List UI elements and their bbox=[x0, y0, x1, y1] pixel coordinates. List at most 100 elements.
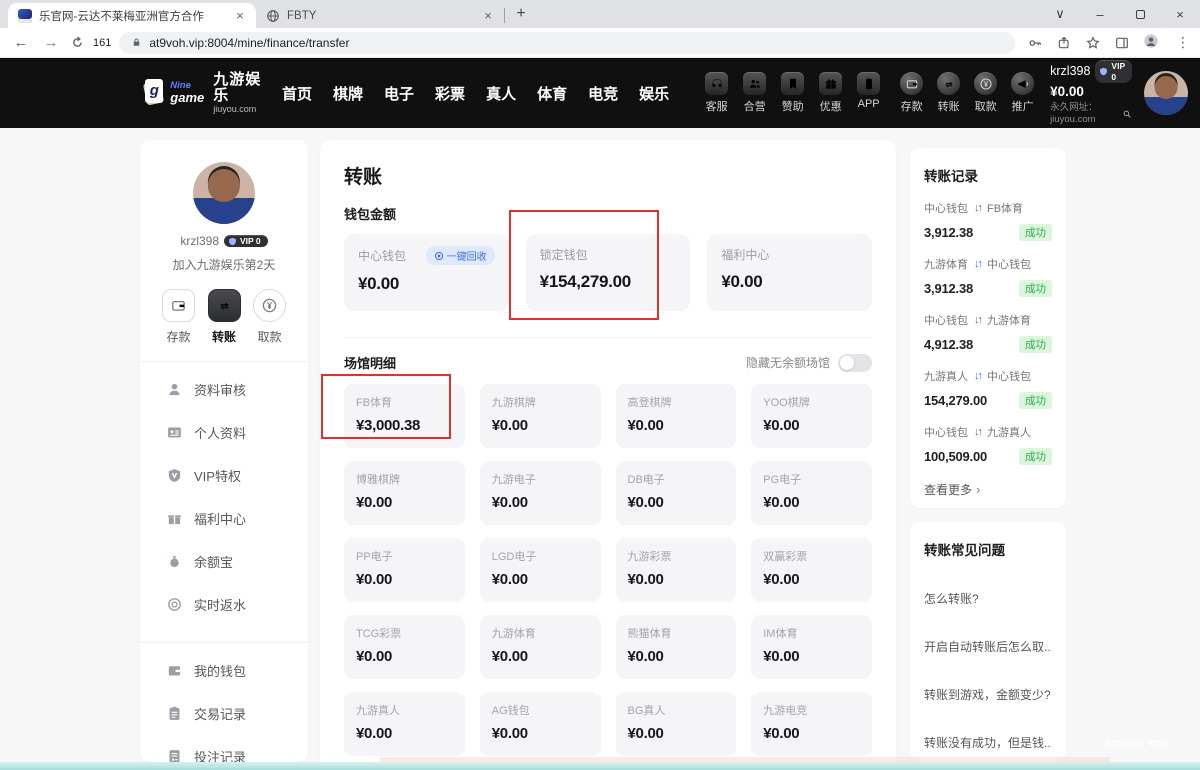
search-icon[interactable] bbox=[1122, 109, 1132, 119]
faq-item[interactable]: 开启自动转账后怎么取... bbox=[924, 638, 1052, 655]
password-key-icon[interactable] bbox=[1027, 35, 1043, 51]
url-text: at9voh.vip:8004/mine/finance/transfer bbox=[149, 36, 349, 50]
wallet-card-header: 福利中心 bbox=[721, 246, 858, 263]
wallet-cards: 中心钱包一键回收¥0.00锁定钱包¥154,279.00福利中心¥0.00 bbox=[344, 234, 872, 311]
nav-item[interactable]: 电子 bbox=[384, 83, 414, 104]
header-tool-service[interactable]: 客服 bbox=[705, 72, 728, 114]
quick-action-transfer[interactable]: 转账 bbox=[208, 289, 241, 345]
browser-tab[interactable]: 乐官网-云达不莱梅亚洲官方合作 × bbox=[8, 3, 256, 28]
sidebar-item-trade[interactable]: 交易记录 bbox=[156, 692, 292, 735]
transfer-arrows-icon: ↓↑ bbox=[974, 202, 981, 214]
hide-empty-toggle[interactable] bbox=[838, 354, 872, 372]
venue-name: 九游真人 bbox=[356, 702, 453, 718]
header-tool-deposit[interactable]: 存款 bbox=[900, 72, 923, 114]
header-tool-sponsor[interactable]: 赞助 bbox=[781, 72, 804, 114]
faq-item[interactable]: 转账到游戏，金额变少? bbox=[924, 686, 1052, 703]
browser-profile-icon[interactable] bbox=[1143, 33, 1163, 53]
reload-counter: 161 bbox=[93, 37, 111, 49]
profile-avatar[interactable] bbox=[193, 162, 255, 224]
browser-menu-icon[interactable]: ⋮ bbox=[1176, 34, 1186, 51]
header-avatar[interactable] bbox=[1144, 71, 1188, 115]
window-restore-icon[interactable] bbox=[1120, 0, 1160, 28]
side-panel-icon[interactable] bbox=[1114, 35, 1130, 51]
wallet-amount: ¥0.00 bbox=[721, 272, 858, 292]
faq-item[interactable]: 怎么转账? bbox=[924, 590, 1052, 607]
sidebar-item-welfare[interactable]: 福利中心 bbox=[156, 497, 292, 540]
sidebar-item-label: 福利中心 bbox=[194, 509, 246, 528]
bottom-scrollbar[interactable] bbox=[0, 762, 1200, 770]
quick-action-label: 存款 bbox=[166, 328, 190, 345]
site-logo[interactable]: Nine game 九游娱乐 jiuyou.com bbox=[145, 72, 262, 115]
wallet-section-title: 钱包金额 bbox=[344, 204, 872, 223]
venue-card: AG钱包¥0.00 bbox=[480, 692, 601, 756]
nav-item[interactable]: 体育 bbox=[537, 83, 567, 104]
logo-domain-text: jiuyou.com bbox=[213, 105, 262, 115]
header-tool-transfer[interactable]: 转账 bbox=[937, 72, 960, 114]
record-to: 中心钱包 bbox=[987, 368, 1031, 384]
venue-amount: ¥0.00 bbox=[356, 494, 453, 511]
view-more-link[interactable]: 查看更多› bbox=[924, 481, 1052, 498]
header-user-info: krzl398 VIP 0 ¥0.00 永久网址：jiuyou.com bbox=[1050, 60, 1132, 126]
venue-amount: ¥0.00 bbox=[628, 571, 725, 588]
recycle-icon bbox=[434, 251, 444, 261]
window-minimize-icon[interactable]: – bbox=[1080, 0, 1120, 28]
nav-item[interactable]: 真人 bbox=[486, 83, 516, 104]
sidebar-item-label: 实时返水 bbox=[194, 595, 246, 614]
tool-label: 优惠 bbox=[820, 98, 842, 114]
header-tool-spread[interactable]: 推广 bbox=[1011, 72, 1034, 114]
sidebar-item-vip[interactable]: VIP特权 bbox=[156, 454, 292, 497]
url-bar[interactable]: at9voh.vip:8004/mine/finance/transfer bbox=[119, 32, 1015, 54]
sidebar-menu-primary: 资料审核个人资料VIP特权福利中心余额宝实时返水 bbox=[156, 368, 292, 626]
tool-label: 存款 bbox=[901, 98, 923, 114]
header-tool-promo[interactable]: 优惠 bbox=[819, 72, 842, 114]
nav-item[interactable]: 首页 bbox=[282, 83, 312, 104]
tab-title: 乐官网-云达不莱梅亚洲官方合作 bbox=[39, 8, 225, 24]
venue-name: PG电子 bbox=[763, 471, 860, 487]
record-route: 中心钱包↓↑FB体育 bbox=[924, 200, 1052, 216]
browser-tab[interactable]: FBTY× bbox=[256, 3, 504, 28]
sidebar-item-wallet[interactable]: 我的钱包 bbox=[156, 649, 292, 692]
sidebar-item-rebate[interactable]: 实时返水 bbox=[156, 583, 292, 626]
header-tool-withdraw[interactable]: 取款 bbox=[974, 72, 997, 114]
venue-name: FB体育 bbox=[356, 394, 453, 410]
nav-item[interactable]: 彩票 bbox=[435, 83, 465, 104]
faq-item[interactable]: 转账没有成功，但是钱... bbox=[924, 734, 1052, 751]
venue-amount: ¥0.00 bbox=[492, 494, 589, 511]
share-icon[interactable] bbox=[1056, 35, 1072, 51]
header-tool-app[interactable]: APP bbox=[857, 72, 880, 114]
audit-icon bbox=[166, 381, 183, 398]
venue-card: 熊猫体育¥0.00 bbox=[616, 615, 737, 679]
quick-action-withdraw[interactable]: 取款 bbox=[253, 289, 286, 345]
transfer-faq-panel: 转账常见问题 怎么转账?开启自动转账后怎么取...转账到游戏，金额变少?转账没有… bbox=[910, 522, 1066, 762]
quick-action-deposit[interactable]: 存款 bbox=[162, 289, 195, 345]
wallet-card-header: 锁定钱包 bbox=[540, 246, 677, 263]
bookmark-star-icon[interactable] bbox=[1085, 35, 1101, 51]
venue-name: LGD电子 bbox=[492, 548, 589, 564]
window-menu-chevron-icon[interactable]: ∨ bbox=[1040, 0, 1080, 28]
back-icon[interactable]: ← bbox=[10, 34, 32, 51]
window-close-icon[interactable]: × bbox=[1160, 0, 1200, 28]
tab-close-icon[interactable]: × bbox=[480, 8, 496, 24]
record-to: FB体育 bbox=[987, 200, 1023, 216]
transfer-arrows-icon: ↓↑ bbox=[974, 314, 981, 326]
forward-icon[interactable]: → bbox=[40, 34, 62, 51]
sidebar-item-yuebao[interactable]: 余额宝 bbox=[156, 540, 292, 583]
nav-item[interactable]: 娱乐 bbox=[639, 83, 669, 104]
nav-item[interactable]: 棋牌 bbox=[333, 83, 363, 104]
header-tool-partner[interactable]: 合营 bbox=[743, 72, 766, 114]
new-tab-button[interactable]: + bbox=[509, 2, 533, 26]
venue-card: BG真人¥0.00 bbox=[616, 692, 737, 756]
record-route: 中心钱包↓↑九游体育 bbox=[924, 312, 1052, 328]
transfer-icon bbox=[937, 72, 960, 95]
tab-close-icon[interactable]: × bbox=[232, 8, 248, 24]
site-favicon bbox=[18, 9, 32, 23]
sidebar-item-audit[interactable]: 资料审核 bbox=[156, 368, 292, 411]
nav-item[interactable]: 电竞 bbox=[588, 83, 618, 104]
record-detail-row: 100,509.00成功 bbox=[924, 448, 1052, 465]
record-from: 中心钱包 bbox=[924, 424, 968, 440]
record-amount: 100,509.00 bbox=[924, 449, 987, 464]
one-click-recycle-badge[interactable]: 一键回收 bbox=[426, 246, 495, 265]
reload-icon[interactable] bbox=[70, 35, 85, 50]
sidebar-item-idcard[interactable]: 个人资料 bbox=[156, 411, 292, 454]
venue-card: PG电子¥0.00 bbox=[751, 461, 872, 525]
